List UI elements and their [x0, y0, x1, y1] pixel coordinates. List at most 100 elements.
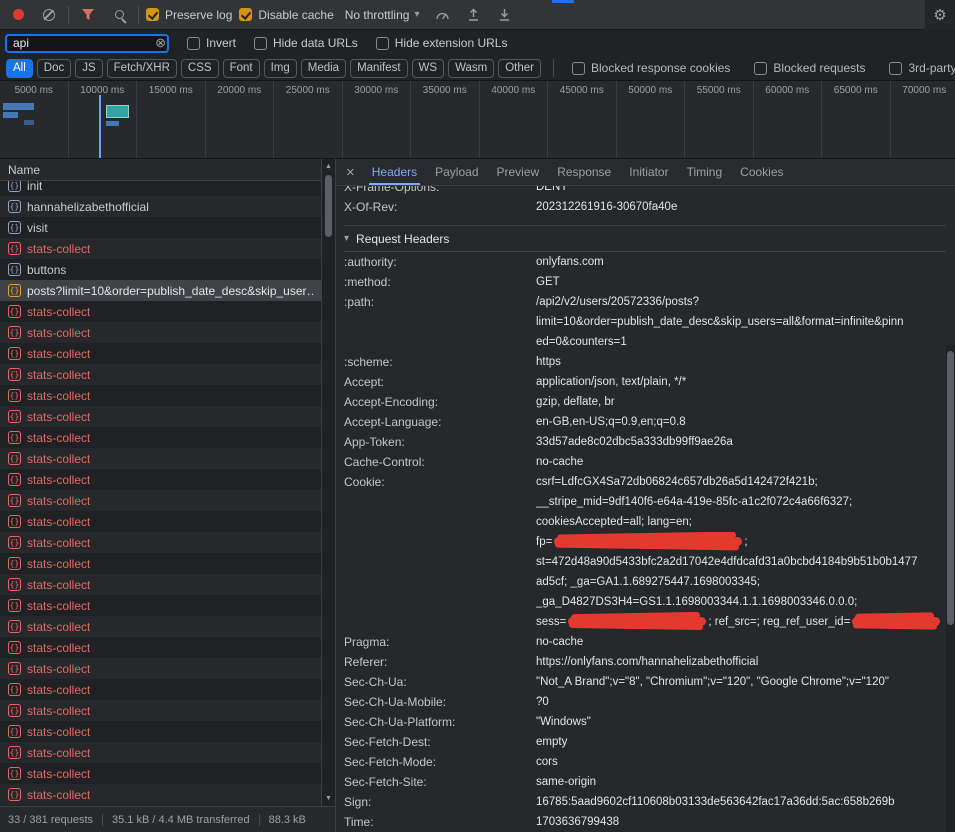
request-row[interactable]: {}stats-collect [0, 574, 321, 595]
extra-filter-checkbox-0[interactable]: Blocked response cookies [572, 61, 730, 75]
request-row[interactable]: {}visit [0, 217, 321, 238]
request-row[interactable]: {}stats-collect [0, 364, 321, 385]
request-row[interactable]: {}stats-collect [0, 469, 321, 490]
request-name: stats-collect [27, 788, 90, 802]
request-name: stats-collect [27, 305, 90, 319]
timeline-tick: 60000 ms [754, 81, 823, 158]
network-overview[interactable]: 5000 ms10000 ms15000 ms20000 ms25000 ms3… [0, 81, 955, 159]
network-filter-input[interactable] [5, 34, 169, 53]
request-row[interactable]: {}stats-collect [0, 679, 321, 700]
type-filter-font[interactable]: Font [223, 59, 260, 78]
request-row[interactable]: {}stats-collect [0, 448, 321, 469]
tab-preview[interactable]: Preview [488, 159, 549, 185]
scroll-up-icon[interactable]: ▲ [325, 163, 332, 170]
type-filter-wasm[interactable]: Wasm [448, 59, 494, 78]
request-row[interactable]: {}posts?limit=10&order=publish_date_desc… [0, 280, 321, 301]
text-segment: 16785:5aad9602cf110608b03133de563642fac1… [536, 796, 895, 808]
type-filter-other[interactable]: Other [498, 59, 541, 78]
checkbox-unchecked-icon [187, 37, 200, 50]
request-row[interactable]: {}stats-collect [0, 532, 321, 553]
type-filter-doc[interactable]: Doc [37, 59, 71, 78]
scrollbar-thumb[interactable] [947, 351, 954, 625]
export-har-icon [498, 8, 511, 21]
timeline-tick: 40000 ms [480, 81, 549, 158]
type-filter-img[interactable]: Img [264, 59, 297, 78]
timeline-tick-label: 70000 ms [902, 85, 946, 96]
close-icon[interactable]: × [346, 165, 355, 180]
script-file-icon: {} [8, 473, 21, 486]
timeline-tick-label: 5000 ms [15, 85, 53, 96]
request-row[interactable]: {}stats-collect [0, 553, 321, 574]
search-button[interactable] [107, 4, 131, 26]
scroll-down-icon[interactable]: ▼ [325, 795, 332, 802]
tab-headers[interactable]: Headers [363, 159, 426, 185]
request-row[interactable]: {}stats-collect [0, 343, 321, 364]
tab-timing[interactable]: Timing [678, 159, 732, 185]
request-headers-section-toggle[interactable]: ▾ Request Headers [344, 225, 946, 252]
request-row[interactable]: {}stats-collect [0, 511, 321, 532]
hide-extension-urls-checkbox[interactable]: Hide extension URLs [376, 36, 508, 50]
clear-button[interactable] [37, 4, 61, 26]
request-row[interactable]: {}init [0, 181, 321, 196]
request-row[interactable]: {}stats-collect [0, 490, 321, 511]
request-row[interactable]: {}stats-collect [0, 637, 321, 658]
request-row[interactable]: {} stats-collect [0, 784, 321, 805]
preserve-log-checkbox[interactable]: Preserve log [146, 8, 232, 22]
request-list-scrollbar[interactable]: ▲ ▼ [322, 159, 336, 806]
extra-filter-checkbox-2[interactable]: 3rd-party requests [889, 61, 955, 75]
type-filter-css[interactable]: CSS [181, 59, 219, 78]
header-row: Sign:16785:5aad9602cf110608b03133de56364… [344, 792, 946, 812]
request-row[interactable]: {}stats-collect [0, 700, 321, 721]
request-row[interactable]: {}stats-collect [0, 238, 321, 259]
request-row[interactable]: {}stats-collect [0, 658, 321, 679]
type-filter-media[interactable]: Media [301, 59, 346, 78]
invert-checkbox[interactable]: Invert [187, 36, 236, 50]
clear-input-icon[interactable]: ⊗ [155, 36, 166, 50]
tab-response[interactable]: Response [548, 159, 620, 185]
request-row[interactable]: {}stats-collect [0, 742, 321, 763]
tab-cookies[interactable]: Cookies [731, 159, 792, 185]
network-toolbar: Preserve log Disable cache No throttling… [0, 0, 955, 30]
name-column-header[interactable]: Name [0, 159, 321, 181]
hide-data-urls-label: Hide data URLs [273, 36, 358, 50]
text-segment: https://onlyfans.com/hannahelizabethoffi… [536, 656, 758, 668]
request-row[interactable]: {}stats-collect [0, 595, 321, 616]
request-row[interactable]: {}stats-collect [0, 322, 321, 343]
tab-initiator[interactable]: Initiator [620, 159, 677, 185]
network-conditions-button[interactable] [430, 4, 454, 26]
request-row[interactable]: {}stats-collect [0, 721, 321, 742]
tab-payload[interactable]: Payload [426, 159, 487, 185]
header-value: no-cache [536, 632, 946, 652]
toolbar-divider [68, 6, 69, 24]
import-har-button[interactable] [461, 4, 485, 26]
scrollbar-thumb[interactable] [325, 175, 332, 237]
type-filter-manifest[interactable]: Manifest [350, 59, 407, 78]
request-row[interactable]: {}stats-collect [0, 301, 321, 322]
type-filter-fetch-xhr[interactable]: Fetch/XHR [107, 59, 177, 78]
type-filter-all[interactable]: All [6, 59, 33, 78]
request-row[interactable]: {}hannahelizabethofficial [0, 196, 321, 217]
type-filter-js[interactable]: JS [75, 59, 102, 78]
text-segment: GET [536, 276, 560, 288]
script-file-icon: {} [8, 788, 21, 801]
throttling-select[interactable]: No throttling ▾ [341, 8, 424, 22]
details-scrollbar[interactable] [946, 345, 955, 832]
header-value-line: onlyfans.com [536, 252, 946, 272]
request-row[interactable]: {}stats-collect [0, 763, 321, 784]
disable-cache-checkbox[interactable]: Disable cache [239, 8, 333, 22]
extra-filter-checkbox-1[interactable]: Blocked requests [754, 61, 865, 75]
request-row[interactable]: {}stats-collect [0, 616, 321, 637]
request-row[interactable]: {}buttons [0, 259, 321, 280]
request-row[interactable]: {}stats-collect [0, 385, 321, 406]
filter-toggle-button[interactable] [76, 4, 100, 26]
header-row: Sec-Ch-Ua-Platform:"Windows" [344, 712, 946, 732]
request-name: stats-collect [27, 242, 90, 256]
text-segment: ; [744, 536, 747, 548]
export-har-button[interactable] [492, 4, 516, 26]
hide-data-urls-checkbox[interactable]: Hide data URLs [254, 36, 358, 50]
request-row[interactable]: {}stats-collect [0, 427, 321, 448]
settings-gear-icon[interactable]: ⚙ [933, 8, 946, 23]
request-row[interactable]: {}stats-collect [0, 406, 321, 427]
record-button[interactable] [6, 4, 30, 26]
type-filter-ws[interactable]: WS [412, 59, 445, 78]
